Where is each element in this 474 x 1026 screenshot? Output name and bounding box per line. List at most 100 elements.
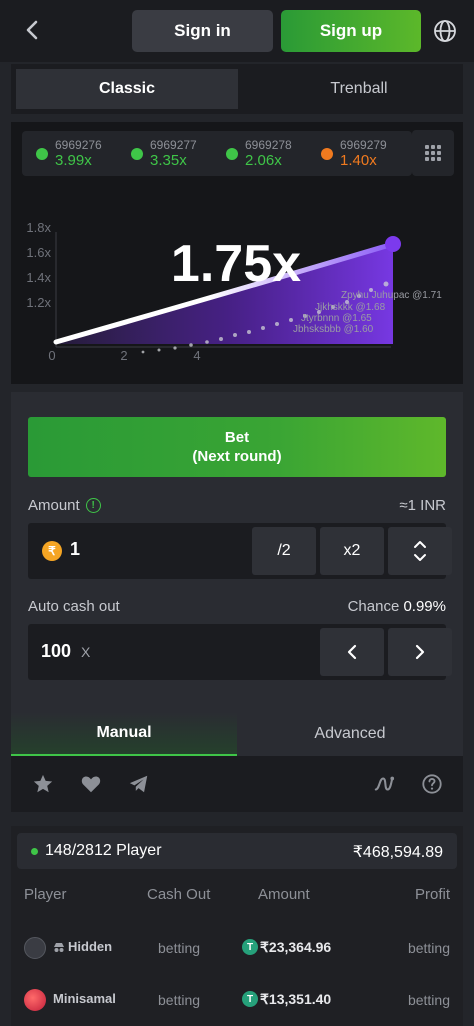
tab-advanced[interactable]: Advanced xyxy=(237,712,463,756)
auto-cashout-label: Auto cash out xyxy=(28,598,120,615)
round-multiplier: 3.35x xyxy=(150,152,187,169)
round-multiplier: 1.40x xyxy=(340,152,377,169)
rupee-coin-icon: ₹ xyxy=(42,541,62,561)
online-dot xyxy=(31,848,38,855)
avatar xyxy=(24,937,46,959)
chevron-right-icon xyxy=(415,644,425,660)
multiplier-curve-chart: 1.2x 1.4x 1.6x 1.8x 0 2 4 Zpyhu Juhupac … xyxy=(26,220,442,363)
history-item[interactable]: 6969276 3.99x xyxy=(36,138,102,168)
tab-manual[interactable]: Manual xyxy=(11,712,237,756)
player-cashout: betting xyxy=(158,940,201,956)
chance-value: 0.99% xyxy=(403,598,446,615)
column-header-amount: Amount xyxy=(258,886,310,903)
telegram-icon[interactable] xyxy=(127,772,151,796)
grid-menu-icon[interactable] xyxy=(412,130,454,176)
incognito-icon xyxy=(54,942,64,952)
bet-button[interactable]: Bet (Next round) xyxy=(28,417,446,477)
y-tick-label: 1.8x xyxy=(26,220,51,235)
player-profit: betting xyxy=(407,940,450,956)
online-count: 148/2812 Player xyxy=(45,842,162,859)
auto-cashout-value[interactable]: 100 xyxy=(41,641,71,662)
chevron-up-down-icon xyxy=(414,541,426,561)
status-dot xyxy=(321,148,333,160)
current-multiplier: 1.75x xyxy=(171,235,301,293)
x-tick-label: 4 xyxy=(193,348,200,363)
sign-up-button[interactable]: Sign up xyxy=(281,10,421,52)
amount-label-text: Amount xyxy=(28,497,80,514)
chance-display: Chance 0.99% xyxy=(348,598,446,615)
amount-label: Amount ! xyxy=(28,497,101,514)
sign-in-button[interactable]: Sign in xyxy=(132,10,273,52)
inr-equivalent: ≈1 INR xyxy=(399,497,446,514)
star-icon[interactable] xyxy=(31,772,55,796)
trend-chart-icon[interactable] xyxy=(372,772,396,796)
tab-classic[interactable]: Classic xyxy=(16,69,238,109)
tab-trenball[interactable]: Trenball xyxy=(248,69,470,109)
info-icon[interactable]: ! xyxy=(85,498,101,513)
players-summary: 148/2812 Player ₹468,594.89 xyxy=(17,833,457,869)
history-item[interactable]: 6969278 2.06x xyxy=(226,138,292,168)
half-button[interactable]: /2 xyxy=(252,527,316,575)
round-id: 6969279 xyxy=(340,138,387,152)
y-tick-label: 1.2x xyxy=(26,295,51,310)
table-row[interactable]: Hidden betting T ₹23,364.96 betting xyxy=(11,927,463,967)
cashout-label: Zpyhu Juhupac @1.71 xyxy=(341,290,442,301)
bet-mode-tabs: Manual Advanced xyxy=(11,712,463,756)
bet-button-sublabel: (Next round) xyxy=(192,448,282,465)
player-cashout: betting xyxy=(158,992,201,1008)
chance-label: Chance xyxy=(347,598,400,615)
column-header-cashout: Cash Out xyxy=(147,886,211,903)
game-toolbar xyxy=(11,756,463,812)
round-id: 6969276 xyxy=(55,138,102,152)
round-id: 6969278 xyxy=(245,138,292,152)
x-tick-label: 2 xyxy=(120,348,127,363)
tether-coin-icon: T xyxy=(242,991,258,1007)
crash-game-area: 6969276 3.99x 6969277 3.35x 6969278 2.06… xyxy=(11,122,463,384)
player-name-text: Hidden xyxy=(68,939,113,954)
amount-value[interactable]: 1 xyxy=(70,539,80,560)
players-panel: 148/2812 Player ₹468,594.89 Player Cash … xyxy=(11,826,463,1026)
bet-button-label: Bet xyxy=(224,429,250,446)
cashout-label: Jjkhskkk @1.68 xyxy=(315,302,386,313)
avatar xyxy=(24,989,46,1011)
top-header: Sign in Sign up xyxy=(0,0,474,62)
curve-head-dot xyxy=(385,236,401,252)
round-multiplier: 3.99x xyxy=(55,152,92,169)
round-id: 6969277 xyxy=(150,138,197,152)
player-name: Minisamal xyxy=(53,991,116,1006)
x-tick-label: 0 xyxy=(48,348,55,363)
player-name-text: Minisamal xyxy=(53,991,116,1006)
y-tick-label: 1.4x xyxy=(26,270,51,285)
tether-coin-icon: T xyxy=(242,939,258,955)
player-name: Hidden xyxy=(53,939,112,954)
cashout-label: Jbhsksbbb @1.60 xyxy=(293,324,374,335)
double-button[interactable]: x2 xyxy=(320,527,384,575)
auto-cashout-unit: X xyxy=(81,644,91,660)
globe-icon[interactable] xyxy=(430,16,460,46)
heart-icon[interactable] xyxy=(79,772,103,796)
back-arrow-icon[interactable] xyxy=(18,16,46,44)
auto-cashout-input[interactable]: 100 X xyxy=(28,624,452,680)
amount-range-button[interactable] xyxy=(388,527,452,575)
round-multiplier: 2.06x xyxy=(245,152,282,169)
y-tick-label: 1.6x xyxy=(26,245,51,260)
mode-tabs: Classic Trenball xyxy=(11,64,463,114)
player-amount: ₹23,364.96 xyxy=(260,939,332,955)
round-history: 6969276 3.99x 6969277 3.35x 6969278 2.06… xyxy=(22,131,412,176)
cashout-label: Jtyrbnnn @1.65 xyxy=(301,313,372,324)
column-header-profit: Profit xyxy=(414,886,450,903)
decrease-button[interactable] xyxy=(320,628,384,676)
chevron-left-icon xyxy=(347,644,357,660)
column-header-player: Player xyxy=(24,886,67,903)
status-dot xyxy=(226,148,238,160)
player-profit: betting xyxy=(407,992,450,1008)
help-icon[interactable] xyxy=(420,772,444,796)
amount-input[interactable]: ₹ 1 /2 x2 xyxy=(28,523,452,579)
bet-panel: Bet (Next round) Amount ! ≈1 INR ₹ 1 /2 … xyxy=(11,392,463,712)
history-item[interactable]: 6969279 1.40x xyxy=(321,138,387,168)
history-item[interactable]: 6969277 3.35x xyxy=(131,138,197,168)
increase-button[interactable] xyxy=(388,628,452,676)
player-amount: ₹13,351.40 xyxy=(260,991,332,1007)
table-row[interactable]: Minisamal betting T ₹13,351.40 betting xyxy=(11,979,463,1019)
total-bet-amount: ₹468,594.89 xyxy=(352,844,443,861)
